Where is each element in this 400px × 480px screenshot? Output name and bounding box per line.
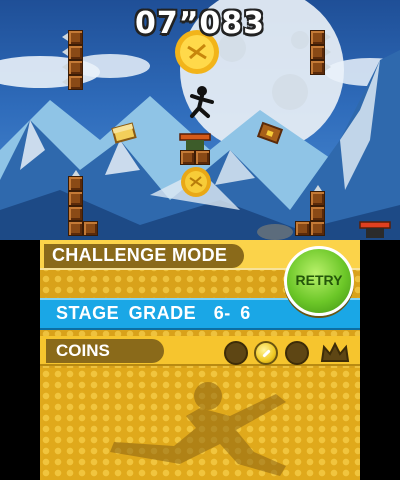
- retry-label: RETRY: [295, 272, 343, 288]
- coins-label: COINS: [56, 341, 110, 360]
- coin-icon: [181, 167, 211, 197]
- coin-slot-icon: [254, 341, 278, 365]
- coin-slot-icon: [224, 341, 248, 365]
- mode-title: CHALLENGE MODE: [52, 245, 228, 265]
- stage-grade-value: 6- 6: [213, 303, 251, 323]
- coins-bar: COINS: [40, 336, 360, 366]
- stage-grade-text: STAGE GRADE 6- 6: [56, 303, 251, 324]
- results-panel: CHALLENGE MODE STAGE GRADE 6- 6 COINS RE…: [40, 240, 360, 480]
- game-screen: 07”083: [0, 0, 400, 240]
- retry-button[interactable]: RETRY: [284, 246, 354, 316]
- runner-silhouette: [110, 382, 286, 476]
- stage-grade-label: STAGE GRADE: [56, 303, 197, 323]
- elapsed-timer: 07”083: [134, 6, 266, 41]
- crown-icon: [320, 341, 350, 362]
- coin-slot-icon: [285, 341, 309, 365]
- lower-panel: [40, 368, 360, 480]
